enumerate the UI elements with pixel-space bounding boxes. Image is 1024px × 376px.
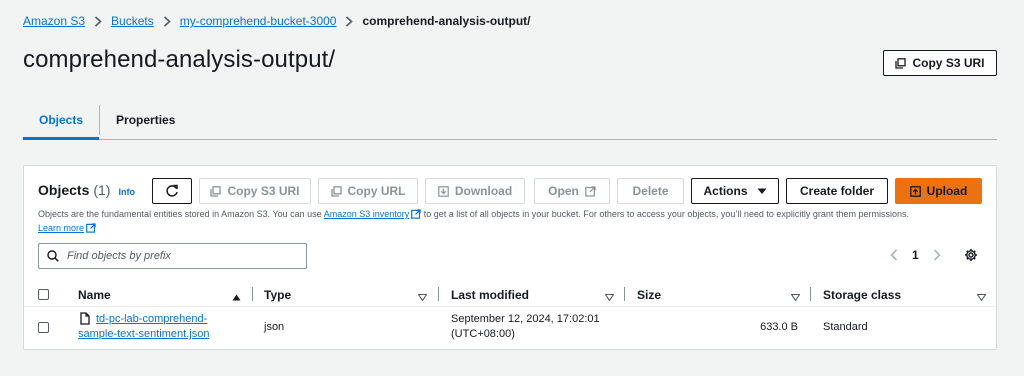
breadcrumb: Amazon S3 Buckets my-comprehend-bucket-3… xyxy=(23,14,531,28)
table-header: Name Type Last modified Size Storage cla… xyxy=(24,282,996,307)
objects-description: Objects are the fundamental entities sto… xyxy=(38,208,988,236)
actions-label: Actions xyxy=(703,184,748,198)
column-divider xyxy=(252,287,253,301)
object-name-line-2[interactable]: sample-text-sentiment.json xyxy=(78,327,228,342)
delete-label: Delete xyxy=(632,184,669,198)
copy-url-button[interactable]: Copy URL xyxy=(318,178,418,204)
description-text-2: to get a list of all objects in your buc… xyxy=(421,209,909,219)
download-icon xyxy=(438,185,449,197)
download-button[interactable]: Download xyxy=(425,178,525,204)
select-all-checkbox[interactable] xyxy=(38,289,49,300)
create-folder-button[interactable]: Create folder xyxy=(786,178,888,204)
current-page[interactable]: 1 xyxy=(912,248,919,262)
column-last-modified[interactable]: Last modified xyxy=(451,288,529,302)
pagination: 1 xyxy=(890,248,941,262)
column-type[interactable]: Type xyxy=(264,288,291,302)
sort-icon[interactable] xyxy=(790,290,801,304)
last-modified-tz: (UTC+08:00) xyxy=(451,328,515,340)
object-type: json xyxy=(264,321,285,333)
row-checkbox[interactable] xyxy=(38,322,49,333)
upload-button[interactable]: Upload xyxy=(895,178,982,204)
info-link[interactable]: Info xyxy=(118,187,135,197)
chevron-right-icon xyxy=(345,15,354,27)
object-name-link[interactable]: td-pc-lab-comprehend- sample-text-sentim… xyxy=(78,312,228,342)
tab-bar: Objects Properties xyxy=(23,100,997,140)
column-divider xyxy=(810,287,811,301)
description-text-1: Objects are the fundamental entities sto… xyxy=(38,209,324,219)
copy-url-label: Copy URL xyxy=(347,184,406,198)
copy-s3-uri-toolbar-button[interactable]: Copy S3 URI xyxy=(199,178,311,204)
breadcrumb-buckets[interactable]: Buckets xyxy=(111,14,154,28)
refresh-icon xyxy=(165,184,179,198)
find-objects-search[interactable] xyxy=(38,243,307,269)
external-link-icon xyxy=(585,185,596,197)
gear-icon[interactable] xyxy=(964,248,978,262)
object-last-modified: September 12, 2024, 17:02:01 (UTC+08:00) xyxy=(451,312,600,342)
sort-icon[interactable] xyxy=(604,290,615,304)
object-storage-class: Standard xyxy=(823,321,868,333)
copy-icon xyxy=(210,185,222,197)
sort-ascending-icon[interactable] xyxy=(232,290,241,304)
delete-button[interactable]: Delete xyxy=(617,178,684,204)
object-size: 633.0 B xyxy=(760,321,798,333)
column-storage-class[interactable]: Storage class xyxy=(823,288,901,302)
column-size[interactable]: Size xyxy=(637,288,661,302)
last-modified-date: September 12, 2024, 17:02:01 xyxy=(451,313,600,325)
refresh-button[interactable] xyxy=(152,178,192,204)
copy-s3-uri-toolbar-label: Copy S3 URI xyxy=(227,184,300,198)
sort-icon[interactable] xyxy=(417,290,428,304)
upload-icon xyxy=(909,185,921,197)
tab-objects[interactable]: Objects xyxy=(23,100,100,140)
column-divider xyxy=(624,287,625,301)
search-icon xyxy=(47,250,59,262)
copy-icon xyxy=(330,185,342,197)
table-row: td-pc-lab-comprehend- sample-text-sentim… xyxy=(24,308,996,349)
copy-s3-uri-label: Copy S3 URI xyxy=(912,56,985,70)
page-title: comprehend-analysis-output/ xyxy=(23,46,336,73)
download-label: Download xyxy=(454,184,513,198)
breadcrumb-amazon-s3[interactable]: Amazon S3 xyxy=(23,14,85,28)
chevron-right-icon xyxy=(163,15,171,27)
column-divider xyxy=(438,287,439,301)
previous-page-icon[interactable] xyxy=(890,249,898,261)
inventory-link[interactable]: Amazon S3 inventory xyxy=(324,209,410,219)
caret-down-icon xyxy=(757,188,767,195)
copy-icon xyxy=(895,57,907,69)
next-page-icon[interactable] xyxy=(933,249,941,261)
external-link-icon xyxy=(411,209,421,222)
open-label: Open xyxy=(548,184,579,198)
upload-label: Upload xyxy=(926,184,968,198)
copy-s3-uri-button[interactable]: Copy S3 URI xyxy=(883,50,997,76)
search-input[interactable] xyxy=(65,249,295,263)
column-name[interactable]: Name xyxy=(78,288,111,302)
actions-dropdown[interactable]: Actions xyxy=(691,178,779,204)
objects-title: Objects xyxy=(38,182,90,198)
objects-panel: Objects (1) Info Copy S3 URI Copy URL Do xyxy=(23,165,997,350)
tab-properties[interactable]: Properties xyxy=(100,100,191,140)
objects-count: (1) xyxy=(93,182,111,198)
chevron-right-icon xyxy=(94,15,102,27)
objects-header: Objects (1) Info xyxy=(38,182,135,198)
open-button[interactable]: Open xyxy=(534,178,610,204)
sort-icon[interactable] xyxy=(976,290,987,304)
create-folder-label: Create folder xyxy=(799,184,875,198)
breadcrumb-bucket[interactable]: my-comprehend-bucket-3000 xyxy=(180,14,337,28)
learn-more-link[interactable]: Learn more xyxy=(38,223,84,233)
object-name-line-1[interactable]: td-pc-lab-comprehend- xyxy=(78,312,228,327)
external-link-icon xyxy=(86,223,96,236)
breadcrumb-current: comprehend-analysis-output/ xyxy=(362,14,531,28)
